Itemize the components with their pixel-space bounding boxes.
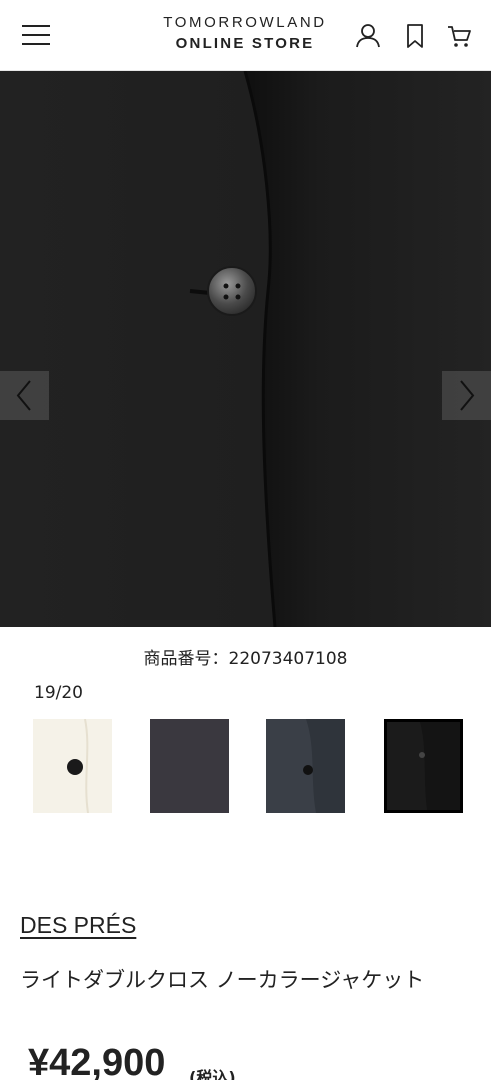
- next-image-button[interactable]: [442, 371, 491, 420]
- logo-line1: TOMORROWLAND: [163, 14, 327, 31]
- thumbnail-ivory[interactable]: [33, 719, 112, 813]
- user-icon[interactable]: [355, 22, 381, 50]
- chevron-right-icon: [460, 380, 475, 411]
- bookmark-icon[interactable]: [402, 22, 428, 50]
- thumbnail-charcoal[interactable]: [150, 719, 229, 813]
- cart-icon[interactable]: [446, 22, 472, 50]
- menu-icon[interactable]: [22, 24, 50, 46]
- product-price: ¥42,900: [28, 1042, 166, 1080]
- tax-label: (税込): [189, 1068, 236, 1080]
- logo-line2: ONLINE STORE: [175, 35, 315, 52]
- chevron-left-icon: [16, 380, 31, 411]
- previous-image-button[interactable]: [0, 371, 49, 420]
- product-main-image: [0, 71, 491, 627]
- site-logo[interactable]: TOMORROWLAND ONLINE STORE: [150, 14, 340, 54]
- thumbnail-navy[interactable]: [266, 719, 345, 813]
- brand-link[interactable]: DES PRÉS: [20, 912, 136, 939]
- site-header: TOMORROWLAND ONLINE STORE: [0, 0, 491, 71]
- product-code: 商品番号：22073407108: [143, 649, 348, 669]
- thumbnail-black[interactable]: [384, 719, 463, 813]
- product-title: ライトダブルクロス ノーカラージャケット: [20, 968, 425, 992]
- image-counter: 19/20: [34, 683, 83, 703]
